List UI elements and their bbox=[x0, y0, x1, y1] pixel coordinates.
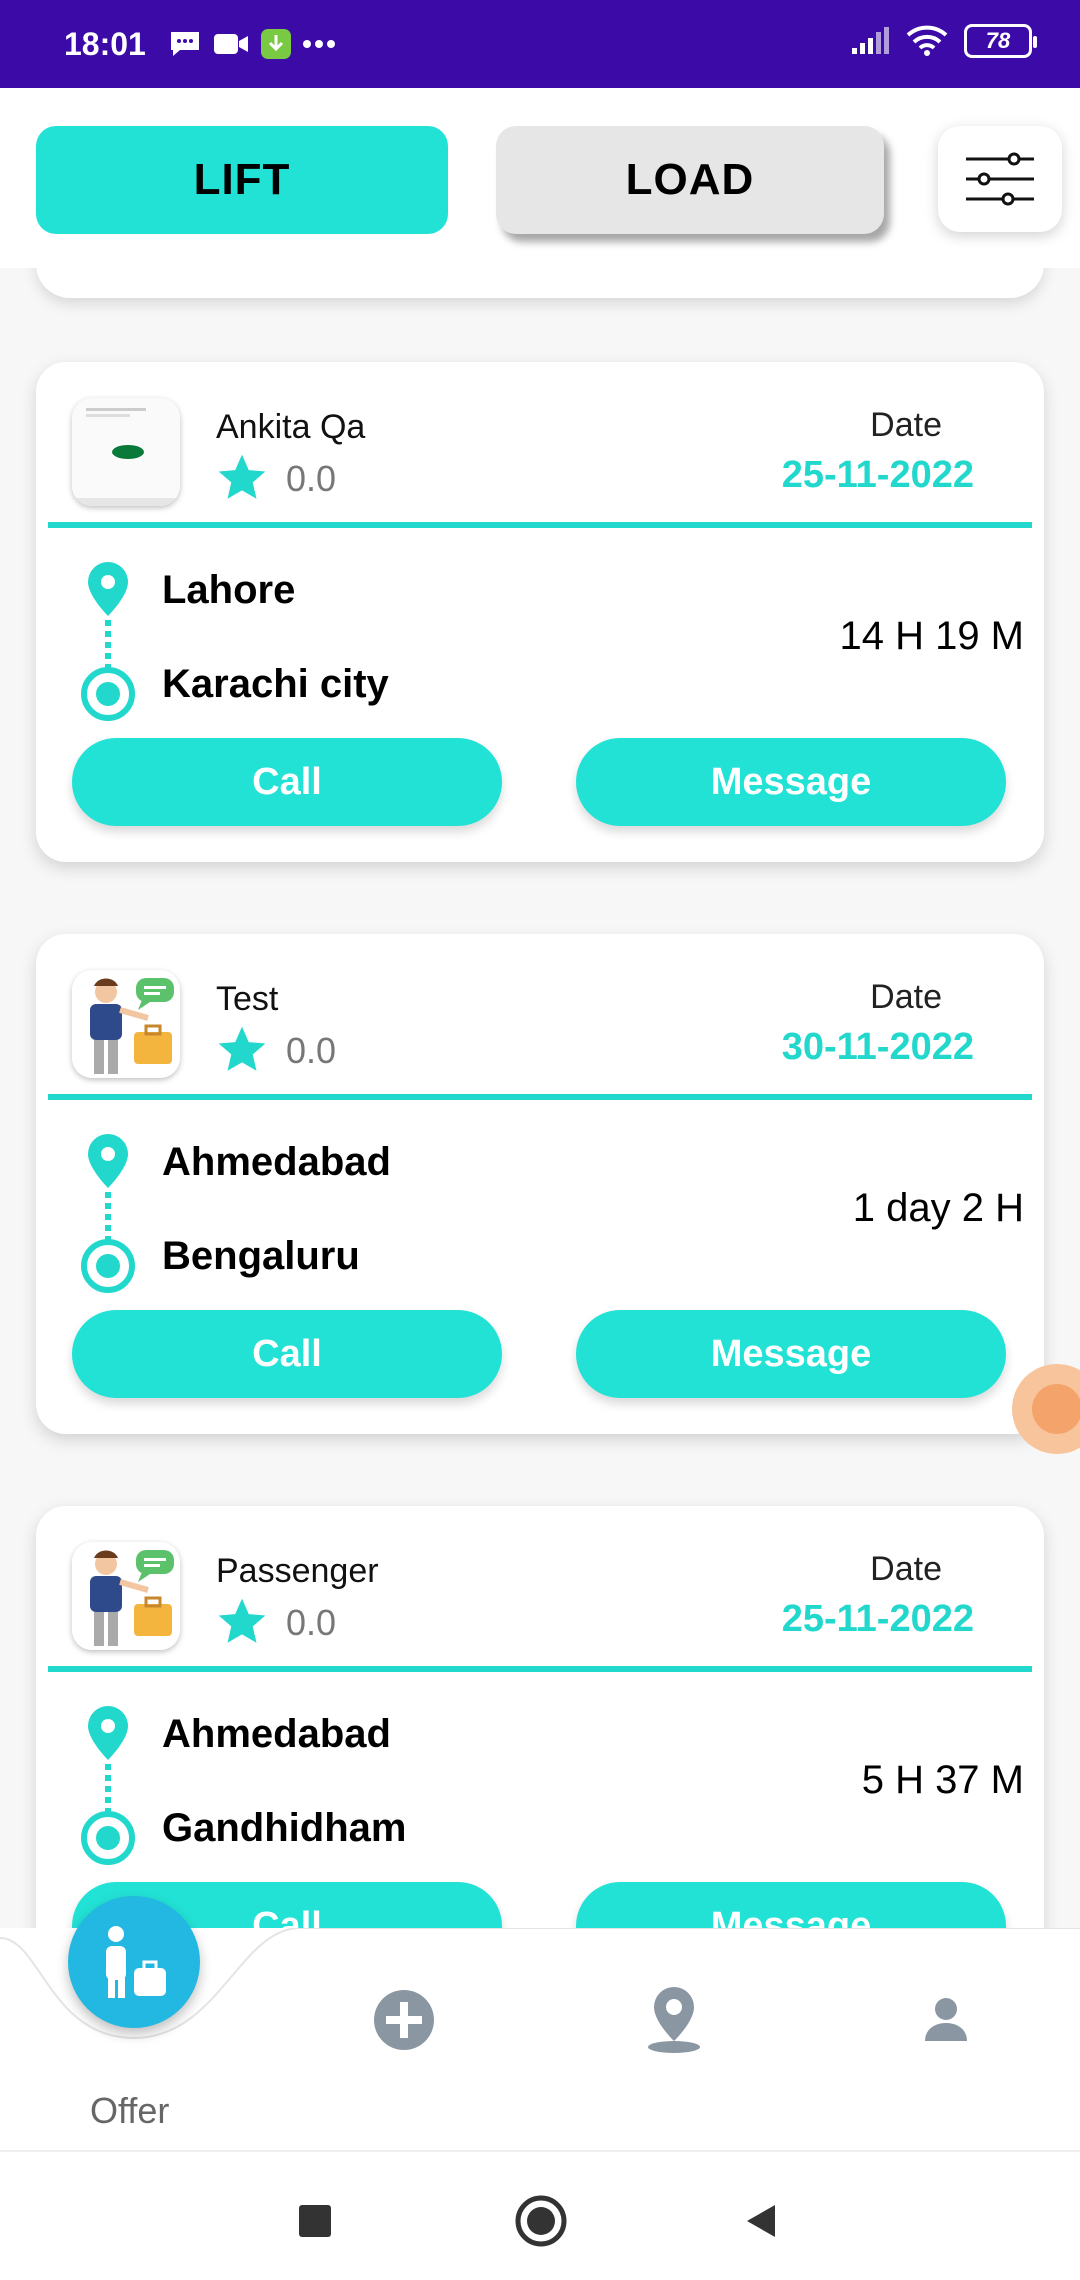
route-icon bbox=[81, 1134, 135, 1293]
status-time: 18:01 bbox=[64, 26, 146, 62]
avatar bbox=[72, 398, 180, 506]
route-icon bbox=[81, 562, 135, 721]
more-notifications-icon bbox=[303, 40, 335, 48]
destination-city: Bengaluru bbox=[162, 1234, 360, 1278]
divider bbox=[48, 522, 1032, 528]
top-bar: LIFT LOAD bbox=[0, 88, 1080, 268]
filter-sliders-icon bbox=[966, 152, 1034, 206]
system-status-icons: 78 bbox=[850, 24, 1037, 58]
destination-city: Gandhidham bbox=[162, 1806, 407, 1850]
user-name: Ankita Qa bbox=[216, 408, 366, 446]
back-icon bbox=[747, 2205, 775, 2237]
call-button[interactable]: Call bbox=[72, 738, 502, 826]
avatar bbox=[72, 970, 180, 1078]
location-nav-button[interactable] bbox=[634, 1980, 714, 2060]
ride-card[interactable]: Passenger 0.0 Date 25-11-2022 Ahmedabad … bbox=[36, 1506, 1044, 1928]
passenger-avatar-icon bbox=[72, 1542, 180, 1650]
battery-icon: 78 bbox=[964, 24, 1037, 58]
previous-card-edge bbox=[36, 268, 1044, 298]
offer-icon bbox=[106, 1926, 166, 1998]
video-call-icon bbox=[214, 34, 248, 54]
route-icon bbox=[81, 1706, 135, 1865]
ride-card[interactable]: Ankita Qa 0.0 Date 25-11-2022 Lahore Kar… bbox=[36, 362, 1044, 862]
date-label: Date bbox=[870, 1550, 942, 1588]
location-icon bbox=[648, 1987, 700, 2053]
trip-duration: 14 H 19 M bbox=[839, 614, 1024, 658]
status-bar: 18:01 78 bbox=[0, 0, 1080, 88]
profile-nav-button[interactable] bbox=[906, 1980, 986, 2060]
star-icon bbox=[218, 1026, 266, 1071]
origin-city: Lahore bbox=[162, 568, 296, 612]
user-name: Passenger bbox=[216, 1552, 379, 1590]
ride-date: 30-11-2022 bbox=[781, 1026, 974, 1068]
star-icon bbox=[218, 1598, 266, 1643]
ride-date: 25-11-2022 bbox=[781, 454, 974, 496]
recents-button[interactable] bbox=[280, 2186, 350, 2256]
message-button[interactable]: Message bbox=[576, 1882, 1006, 1928]
offer-nav-label: Offer bbox=[90, 2090, 170, 2131]
screen: 18:01 78 LIFT LOAD Ankita Qa 0.0 Date 25… bbox=[0, 0, 1080, 2280]
star-icon bbox=[218, 454, 266, 499]
trip-duration: 5 H 37 M bbox=[861, 1758, 1024, 1802]
divider bbox=[48, 1094, 1032, 1100]
origin-city: Ahmedabad bbox=[162, 1712, 391, 1756]
battery-level: 78 bbox=[985, 28, 1011, 53]
date-label: Date bbox=[870, 978, 942, 1016]
sms-icon bbox=[171, 32, 199, 56]
download-app-icon bbox=[261, 29, 291, 59]
filter-button[interactable] bbox=[938, 126, 1062, 232]
recents-icon bbox=[299, 2205, 331, 2237]
load-tab-button[interactable]: LOAD bbox=[496, 126, 884, 234]
rating-value: 0.0 bbox=[286, 1030, 337, 1071]
ride-card[interactable]: Test 0.0 Date 30-11-2022 Ahmedabad Benga… bbox=[36, 934, 1044, 1434]
profile-photo-icon bbox=[72, 398, 180, 506]
offer-nav-button[interactable] bbox=[68, 1896, 200, 2028]
bottom-nav: Offer bbox=[0, 1896, 1080, 2150]
add-icon bbox=[374, 1990, 434, 2050]
call-button[interactable]: Call bbox=[72, 1310, 502, 1398]
add-nav-button[interactable] bbox=[364, 1980, 444, 2060]
date-label: Date bbox=[870, 406, 942, 444]
message-button[interactable]: Message bbox=[576, 738, 1006, 826]
lift-tab-button[interactable]: LIFT bbox=[36, 126, 448, 234]
ride-list[interactable]: Ankita Qa 0.0 Date 25-11-2022 Lahore Kar… bbox=[0, 268, 1080, 1928]
home-icon bbox=[515, 2195, 567, 2247]
notification-icons bbox=[168, 28, 336, 60]
user-name: Test bbox=[216, 980, 279, 1018]
trip-duration: 1 day 2 H bbox=[852, 1186, 1024, 1230]
profile-icon bbox=[925, 1998, 967, 2041]
system-nav-bar bbox=[0, 2150, 1080, 2280]
rating-value: 0.0 bbox=[286, 458, 337, 499]
rating-value: 0.0 bbox=[286, 1602, 337, 1643]
signal-icon bbox=[852, 27, 889, 54]
destination-city: Karachi city bbox=[162, 662, 389, 706]
avatar bbox=[72, 1542, 180, 1650]
ride-date: 25-11-2022 bbox=[781, 1598, 974, 1640]
wifi-icon bbox=[906, 25, 948, 56]
origin-city: Ahmedabad bbox=[162, 1140, 391, 1184]
home-button[interactable] bbox=[506, 2186, 576, 2256]
back-button[interactable] bbox=[726, 2186, 796, 2256]
passenger-avatar-icon bbox=[72, 970, 180, 1078]
message-button[interactable]: Message bbox=[576, 1310, 1006, 1398]
divider bbox=[48, 1666, 1032, 1672]
